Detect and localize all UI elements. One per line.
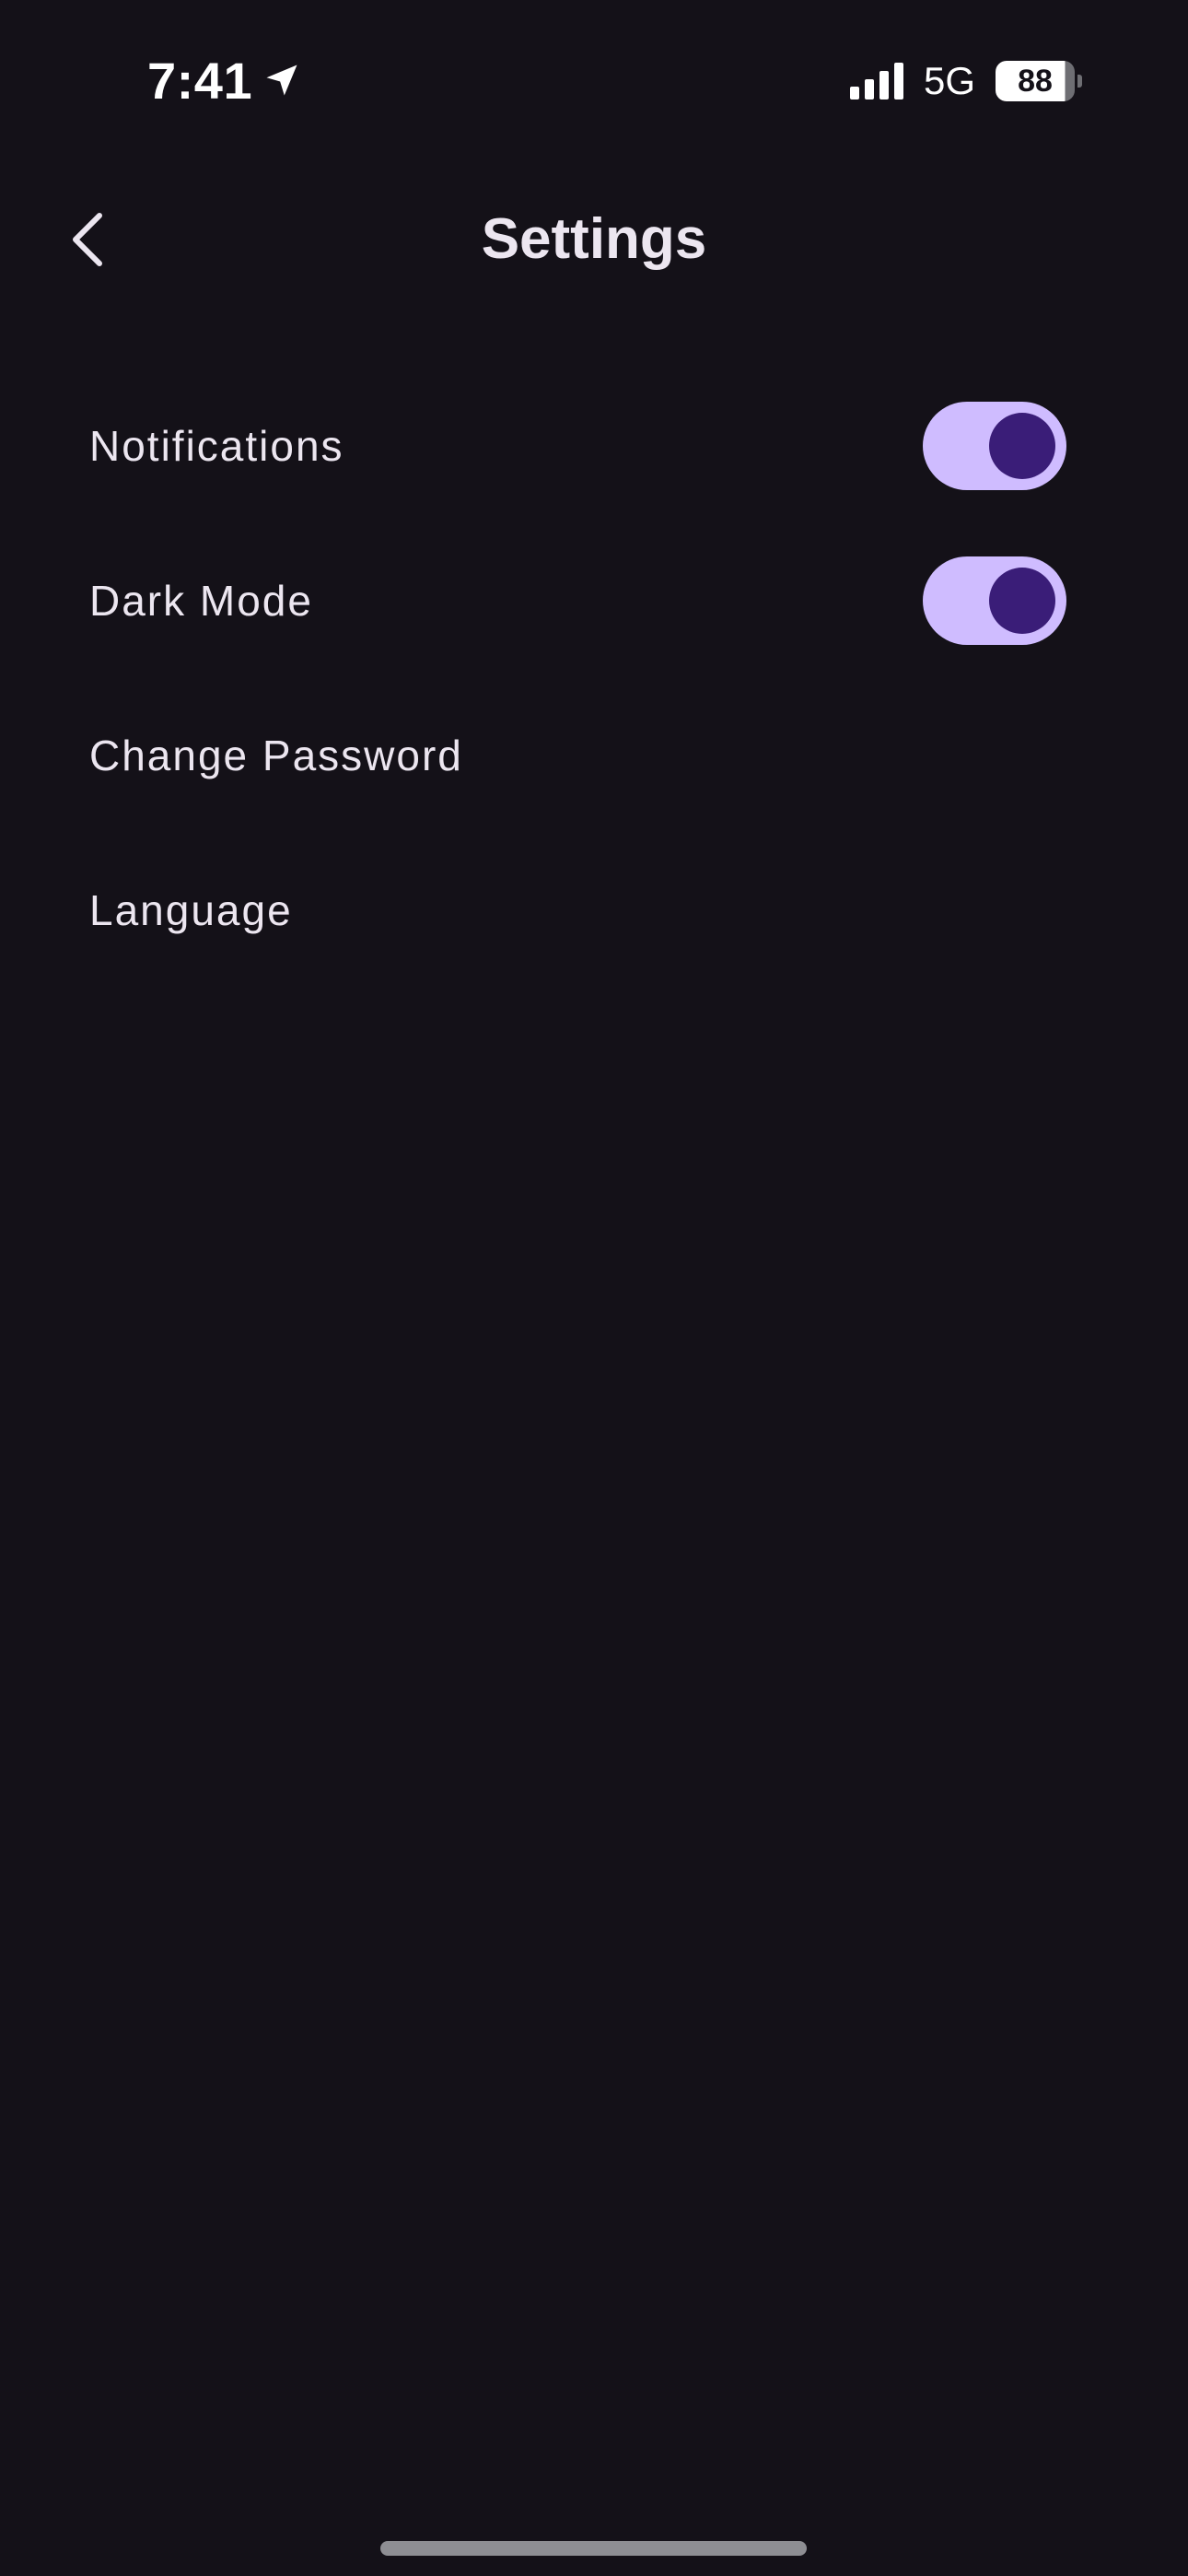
toggle-thumb [989, 413, 1055, 479]
settings-screen: 7:41 5G 88 Settings Notifications Dark M… [0, 0, 1188, 2576]
status-time: 7:41 [147, 51, 253, 110]
home-indicator[interactable] [380, 2541, 807, 2556]
status-bar-right: 5G 88 [849, 53, 1082, 109]
notifications-toggle[interactable] [923, 402, 1066, 490]
settings-item-label: Notifications [89, 422, 344, 470]
settings-item-change-password[interactable]: Change Password [0, 678, 1188, 833]
settings-item-label: Change Password [89, 732, 463, 779]
cellular-signal-icon [849, 63, 903, 100]
settings-list: Notifications Dark Mode Change Password … [0, 369, 1188, 988]
network-type: 5G [923, 59, 975, 102]
battery-level: 88 [996, 61, 1075, 101]
toggle-thumb [989, 568, 1055, 634]
dark-mode-toggle[interactable] [923, 556, 1066, 645]
settings-item-language[interactable]: Language [0, 833, 1188, 988]
status-bar-time-group: 7:41 [147, 48, 302, 112]
settings-item-notifications[interactable]: Notifications [0, 369, 1188, 523]
location-arrow-icon [266, 64, 297, 96]
page-title: Settings [481, 207, 707, 271]
battery-tip [1077, 75, 1082, 88]
settings-item-label: Dark Mode [89, 577, 313, 625]
settings-item-dark-mode[interactable]: Dark Mode [0, 523, 1188, 678]
battery-icon: 88 [996, 61, 1082, 101]
settings-item-label: Language [89, 886, 293, 934]
